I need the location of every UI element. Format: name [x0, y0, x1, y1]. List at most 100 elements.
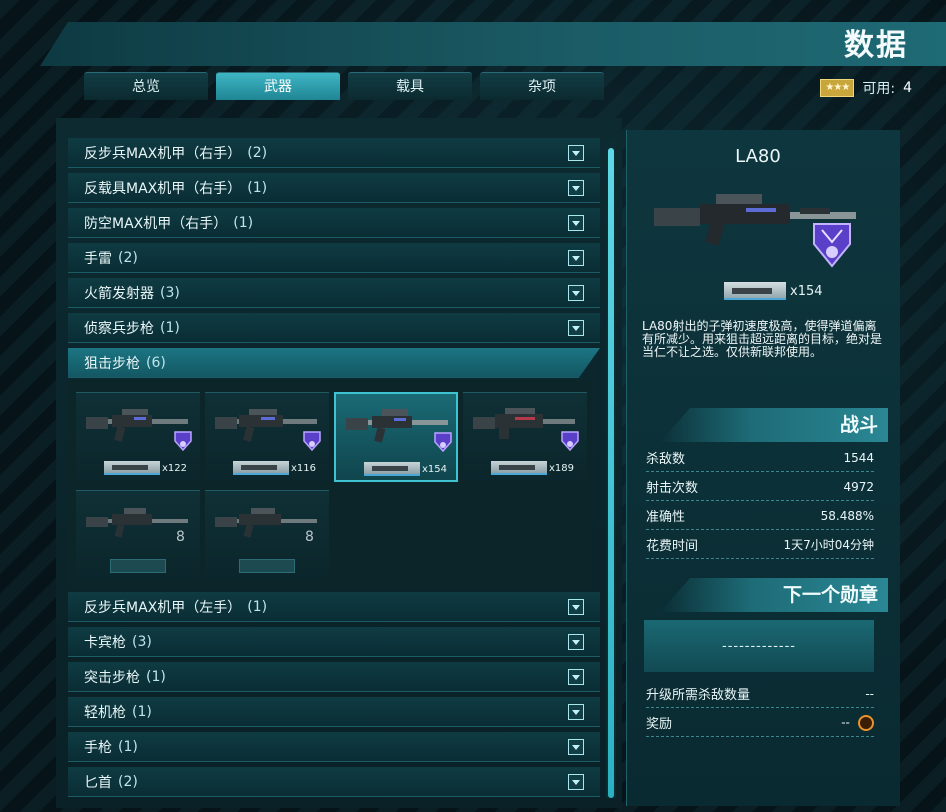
expand-arrow-icon[interactable] — [568, 215, 584, 231]
next-medal-box: ------------- — [644, 620, 874, 672]
tab-vehicles[interactable]: 载具 — [348, 72, 472, 100]
category-count: (2) — [247, 144, 268, 161]
weapon-card-selected[interactable]: x154 — [334, 392, 458, 482]
purple-medal-icon — [434, 432, 452, 452]
category-row[interactable]: 反载具MAX机甲（右手） (1) — [68, 173, 600, 203]
expand-arrow-icon[interactable] — [568, 669, 584, 685]
category-label: 火箭发射器 — [84, 285, 154, 302]
empty-medal-icon: 8 — [176, 529, 185, 545]
tab-overview[interactable]: 总览 — [84, 72, 208, 100]
stat-label: 射击次数 — [646, 481, 699, 496]
category-row[interactable]: 卡宾枪 (3) — [68, 627, 600, 657]
category-label: 轻机枪 — [84, 704, 126, 721]
purple-medal-icon — [561, 431, 579, 451]
empty-medal-icon: 8 — [305, 529, 314, 545]
stat-label: 杀敌数 — [646, 452, 686, 467]
category-count: (1) — [233, 214, 254, 231]
category-label: 突击步枪 — [84, 669, 140, 686]
ammo-count: x116 — [291, 463, 317, 474]
ammo-count: x189 — [549, 463, 575, 474]
category-row[interactable]: 突击步枪 (1) — [68, 662, 600, 692]
purple-medal-icon — [813, 223, 851, 268]
ammo-icon — [724, 282, 786, 300]
expand-arrow-icon[interactable] — [568, 599, 584, 615]
category-label: 匕首 — [84, 774, 112, 791]
category-count: (1) — [118, 738, 138, 755]
category-row[interactable]: 火箭发射器 (3) — [68, 278, 600, 308]
stat-value: 1天7小时04分钟 — [783, 538, 874, 552]
expand-arrow-icon[interactable] — [568, 250, 584, 266]
ammo-count: x154 — [422, 464, 448, 475]
combat-section-title: 战斗 — [660, 408, 888, 442]
ammo-icon — [491, 461, 547, 475]
next-medal-section-title: 下一个勋章 — [660, 578, 888, 612]
expand-arrow-icon[interactable] — [568, 285, 584, 301]
weapon-card[interactable]: x122 — [76, 392, 200, 482]
reward-value-group: -- — [841, 714, 874, 731]
stat-value: 4972 — [843, 479, 874, 494]
category-row[interactable]: 侦察兵步枪 (1) — [68, 313, 600, 343]
stat-row: 射击次数 4972 — [646, 473, 874, 501]
category-label: 反步兵MAX机甲（右手） — [84, 145, 242, 162]
category-count: (1) — [247, 179, 268, 196]
expand-arrow-icon[interactable] — [568, 145, 584, 161]
expand-arrow-icon[interactable] — [568, 180, 584, 196]
category-row[interactable]: 匕首 (2) — [68, 767, 600, 797]
category-row[interactable]: 轻机枪 (1) — [68, 697, 600, 727]
weapon-name: LA80 — [735, 146, 781, 167]
category-label: 反载具MAX机甲（右手） — [84, 180, 242, 197]
weapon-card[interactable]: x189 — [463, 392, 587, 482]
category-row[interactable]: 防空MAX机甲（右手） (1) — [68, 208, 600, 238]
category-label: 防空MAX机甲（右手） — [84, 215, 228, 232]
reward-icon[interactable] — [858, 714, 874, 731]
ammo-count: x154 — [790, 284, 823, 299]
stat-value: -- — [841, 715, 850, 729]
category-row[interactable]: 手枪 (1) — [68, 732, 600, 762]
category-count: (3) — [160, 284, 180, 301]
expand-arrow-icon[interactable] — [568, 634, 584, 650]
category-label: 手枪 — [84, 739, 112, 756]
tab-bar: 总览 武器 载具 杂项 — [84, 72, 604, 100]
expand-arrow-icon[interactable] — [568, 739, 584, 755]
category-row[interactable]: 手雷 (2) — [68, 243, 600, 273]
category-row[interactable]: 反步兵MAX机甲（左手） (1) — [68, 592, 600, 622]
expand-arrow-icon[interactable] — [568, 774, 584, 790]
ammo-count: x122 — [162, 463, 188, 474]
empty-ammo-slot — [239, 559, 295, 573]
tab-weapons[interactable]: 武器 — [216, 72, 340, 100]
weapon-description: LA80射出的子弹初速度极高，使得弹道偏离有所减少。用来狙击超远距离的目标，绝对… — [642, 319, 883, 359]
scrollbar-thumb[interactable] — [608, 148, 614, 798]
expand-arrow-icon[interactable] — [568, 704, 584, 720]
category-count: (1) — [132, 703, 152, 720]
category-count: (1) — [160, 319, 180, 336]
stat-value: 58.488% — [820, 508, 874, 523]
stat-value: 1544 — [843, 450, 874, 465]
available-count: 4 — [903, 80, 912, 96]
category-label: 侦察兵步枪 — [84, 320, 154, 337]
ammo-icon — [104, 461, 160, 475]
category-row[interactable]: 反步兵MAX机甲（右手） (2) — [68, 138, 600, 168]
purple-medal-icon — [174, 431, 192, 451]
ammo-icon — [233, 461, 289, 475]
stat-row: 升级所需杀敌数量 -- — [646, 680, 874, 708]
tab-misc[interactable]: 杂项 — [480, 72, 604, 100]
empty-ammo-slot — [110, 559, 166, 573]
category-count: (6) — [146, 354, 166, 371]
stat-row: 准确性 58.488% — [646, 502, 874, 530]
category-label: 手雷 — [84, 250, 112, 267]
expand-arrow-icon[interactable] — [568, 320, 584, 336]
category-count: (3) — [132, 633, 152, 650]
stat-row: 奖励 -- — [646, 709, 874, 737]
ammo-icon — [364, 462, 420, 476]
available-certs: ★★★ 可用: 4 — [820, 78, 912, 98]
category-count: (1) — [146, 668, 166, 685]
category-row-open[interactable]: 狙击步枪 (6) — [68, 348, 600, 378]
weapon-card[interactable]: x116 — [205, 392, 329, 482]
stat-label: 奖励 — [646, 717, 673, 732]
available-label: 可用: — [862, 81, 896, 97]
three-stars-icon: ★★★ — [820, 79, 855, 97]
stat-label: 升级所需杀敌数量 — [646, 688, 751, 703]
purple-medal-icon — [303, 431, 321, 451]
weapon-card[interactable]: 8 — [76, 490, 200, 580]
weapon-card[interactable]: 8 — [205, 490, 329, 580]
